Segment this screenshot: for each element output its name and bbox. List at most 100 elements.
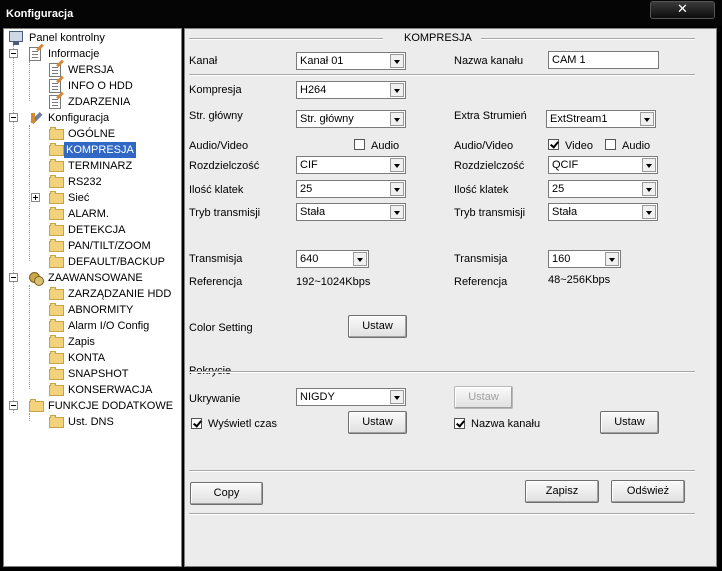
extra-mode-value: Stała [552, 206, 578, 218]
computer-icon [9, 31, 23, 45]
tree-node-ogolne[interactable]: OGÓLNE [7, 126, 177, 142]
extra-bitrate-label: Transmisja [454, 253, 508, 265]
folder-icon [49, 255, 64, 268]
channel-name-input[interactable]: CAM 1 [548, 51, 659, 69]
main-audio-checkbox[interactable] [354, 139, 365, 150]
tree-node-funkcje-dodatkowe[interactable]: FUNKCJE DODATKOWE [7, 398, 177, 414]
collapse-icon[interactable] [9, 273, 18, 282]
tree-node-pan-tilt-zoom[interactable]: PAN/TILT/ZOOM [7, 238, 177, 254]
extra-resolution-select[interactable]: QCIF [548, 156, 658, 174]
main-fps-select[interactable]: 25 [296, 180, 406, 198]
channel-name-value: CAM 1 [552, 54, 586, 66]
collapse-icon[interactable] [9, 49, 18, 58]
color-setting-button[interactable]: Ustaw [348, 315, 407, 338]
document-icon [49, 63, 61, 77]
masking-set-button[interactable]: Ustaw [454, 386, 513, 409]
tree-node-label: FUNKCJE DODATKOWE [48, 400, 174, 412]
tree-node-kompresja[interactable]: KOMPRESJA [7, 142, 177, 158]
tree-node-default-backup[interactable]: DEFAULT/BACKUP [7, 254, 177, 270]
main-audio-label: Audio [371, 140, 400, 152]
masking-value: NIGDY [300, 391, 335, 403]
masking-select[interactable]: NIGDY [296, 388, 406, 406]
close-icon: ✕ [677, 2, 688, 17]
tree-node-label: ALARM. [68, 208, 109, 220]
chevron-down-icon [390, 390, 404, 404]
main-stream-select[interactable]: Str. główny [296, 110, 406, 128]
tree-node-label: DETEKCJA [68, 224, 126, 236]
document-icon [29, 47, 41, 61]
tree-node-alarm-io-config[interactable]: Alarm I/O Config [7, 318, 177, 334]
tree-node-zapis[interactable]: Zapis [7, 334, 177, 350]
divider [189, 513, 695, 515]
copy-button[interactable]: Copy [190, 482, 263, 505]
navigation-tree: Panel kontrolny Informacje WERSJA INFO O… [3, 28, 182, 567]
tree-node-ust-dns[interactable]: Ust. DNS [7, 414, 177, 430]
tree-node-label: ZDARZENIA [68, 96, 131, 108]
expand-icon[interactable] [31, 193, 40, 202]
extra-fps-select[interactable]: 25 [548, 180, 658, 198]
tree-node-detekcja[interactable]: DETEKCJA [7, 222, 177, 238]
save-button[interactable]: Zapisz [525, 480, 599, 503]
tree-node-label: Zapis [68, 336, 95, 348]
tree-node-zaawansowane[interactable]: ZAAWANSOWANE [7, 270, 177, 286]
tools-icon [29, 111, 43, 125]
main-resolution-select[interactable]: CIF [296, 156, 406, 174]
tree-node-siec[interactable]: Sieć [7, 190, 177, 206]
tree-node-label: INFO O HDD [68, 80, 133, 92]
tree-node-informacje[interactable]: Informacje [7, 46, 177, 62]
extra-video-checkbox[interactable] [548, 139, 559, 150]
tree-node-label: OGÓLNE [68, 128, 116, 140]
main-bitrate-select[interactable]: 640 [296, 250, 369, 268]
main-stream-value: Str. główny [300, 113, 354, 125]
tree-node-snapshot[interactable]: SNAPSHOT [7, 366, 177, 382]
tree-node-konta[interactable]: KONTA [7, 350, 177, 366]
tree-node-konserwacja[interactable]: KONSERWACJA [7, 382, 177, 398]
tree-node-info-hdd[interactable]: INFO O HDD [7, 78, 177, 94]
document-icon [49, 95, 61, 109]
folder-icon [49, 191, 64, 204]
extra-mode-label: Tryb transmisji [454, 207, 526, 219]
window-title: Konfiguracja [6, 8, 74, 20]
show-channel-name-checkbox[interactable] [454, 418, 465, 429]
extra-audio-checkbox[interactable] [605, 139, 616, 150]
extra-bitrate-select[interactable]: 160 [548, 250, 621, 268]
tree-node-label: Ust. DNS [68, 416, 114, 428]
main-fps-value: 25 [300, 183, 313, 195]
tree-node-konfiguracja[interactable]: Konfiguracja [7, 110, 177, 126]
extra-mode-select[interactable]: Stała [548, 203, 658, 221]
show-channel-name-label: Nazwa kanału [471, 418, 541, 430]
folder-icon [49, 223, 64, 236]
show-channel-name-set-button[interactable]: Ustaw [600, 411, 659, 434]
tree-node-zdarzenia[interactable]: ZDARZENIA [7, 94, 177, 110]
tree-node-label: KOMPRESJA [64, 142, 136, 158]
refresh-button[interactable]: Odśwież [611, 480, 685, 503]
collapse-icon[interactable] [9, 113, 18, 122]
extra-fps-value: 25 [552, 183, 565, 195]
folder-icon [49, 159, 64, 172]
tree-node-terminarz[interactable]: TERMINARZ [7, 158, 177, 174]
tree-node-rs232[interactable]: RS232 [7, 174, 177, 190]
collapse-icon[interactable] [9, 401, 18, 410]
tree-node-panel-kontrolny[interactable]: Panel kontrolny [7, 30, 177, 46]
tree-node-abnormity[interactable]: ABNORMITY [7, 302, 177, 318]
divider [189, 38, 383, 40]
document-icon [49, 79, 61, 93]
extra-resolution-value: QCIF [552, 159, 579, 171]
folder-icon [49, 143, 64, 156]
extra-stream-select[interactable]: ExtStream1 [546, 110, 656, 128]
tree-node-zarzadzanie-hdd[interactable]: ZARZĄDZANIE HDD [7, 286, 177, 302]
show-time-set-button[interactable]: Ustaw [348, 411, 407, 434]
extra-resolution-label: Rozdzielczość [454, 160, 525, 172]
tree-node-alarm[interactable]: ALARM. [7, 206, 177, 222]
tree-node-label: PAN/TILT/ZOOM [68, 240, 151, 252]
show-time-checkbox[interactable] [191, 418, 202, 429]
channel-select[interactable]: Kanał 01 [296, 52, 406, 70]
close-button[interactable]: ✕ [650, 1, 715, 19]
tree-node-label: RS232 [68, 176, 102, 188]
tree-node-label: ABNORMITY [68, 304, 134, 316]
tree-node-wersja[interactable]: WERSJA [7, 62, 177, 78]
compression-select[interactable]: H264 [296, 81, 406, 99]
main-resolution-label: Rozdzielczość [189, 160, 260, 172]
main-mode-select[interactable]: Stała [296, 203, 406, 221]
extra-bitrate-value: 160 [552, 253, 571, 265]
